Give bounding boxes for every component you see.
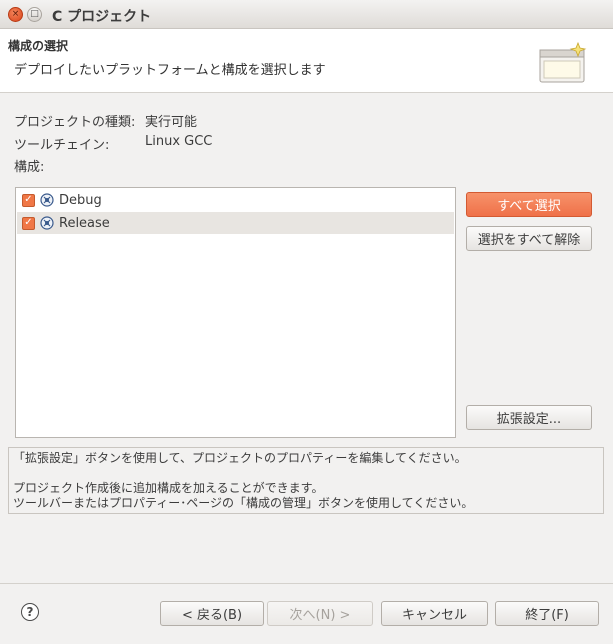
note-line-3: ツールバーまたはプロパティー･ページの「構成の管理」ボタンを使用してください。 [13,496,474,510]
help-icon[interactable]: ? [21,603,39,621]
project-type-label: プロジェクトの種類: [14,115,136,130]
footer-separator [0,583,613,584]
list-item-label: Debug [59,192,102,208]
release-checkbox[interactable]: ✓ [22,216,35,230]
build-config-icon [40,193,54,207]
page-description: デプロイしたいプラットフォームと構成を選択します [14,63,326,78]
build-config-icon [40,216,54,230]
title-bar: × □ C プロジェクト [0,0,613,29]
wizard-banner-icon [539,41,587,83]
list-item-release[interactable]: ✓ Release [17,212,454,234]
back-button[interactable]: < 戻る(B) [160,601,264,626]
next-button[interactable]: 次へ(N) > [267,601,373,626]
note-line-2: プロジェクト作成後に追加構成を加えることができます。 [13,481,324,495]
minimize-icon[interactable]: □ [27,7,42,22]
toolchain-value: Linux GCC [145,134,213,149]
info-note: 「拡張設定」ボタンを使用して、プロジェクトのプロパティーを編集してください。 プ… [8,447,604,514]
debug-checkbox[interactable]: ✓ [22,193,35,207]
configuration-list[interactable]: ✓ Debug ✓ Release [15,187,456,438]
finish-button[interactable]: 終了(F) [495,601,599,626]
advanced-settings-button[interactable]: 拡張設定... [466,405,592,430]
window-title: C プロジェクト [52,9,152,25]
note-line-1: 「拡張設定」ボタンを使用して、プロジェクトのプロパティーを編集してください。 [13,451,467,465]
page-title: 構成の選択 [8,39,69,53]
wizard-header: 構成の選択 デプロイしたいプラットフォームと構成を選択します [0,29,613,93]
configurations-label: 構成: [14,160,45,175]
project-type-value: 実行可能 [145,115,198,130]
toolchain-label: ツールチェイン: [14,138,110,153]
close-icon[interactable]: × [8,7,23,22]
select-all-button[interactable]: すべて選択 [466,192,592,217]
list-item-label: Release [59,215,110,231]
cancel-button[interactable]: キャンセル [381,601,488,626]
list-item-debug[interactable]: ✓ Debug [17,189,454,211]
deselect-all-button[interactable]: 選択をすべて解除 [466,226,592,251]
